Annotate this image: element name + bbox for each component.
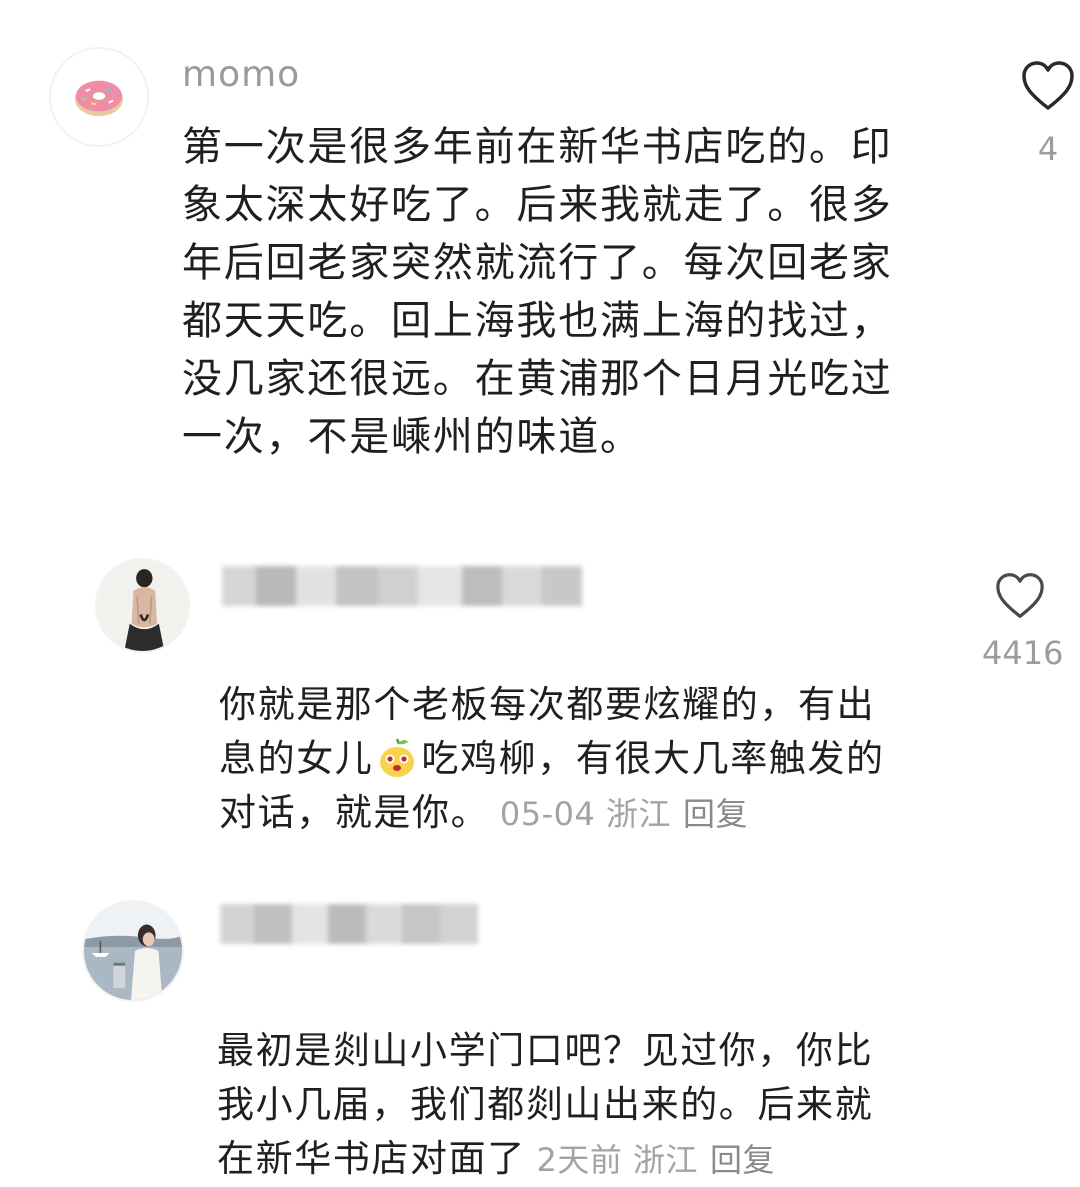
username[interactable]: momo bbox=[182, 54, 300, 95]
like-button[interactable]: 4416 bbox=[982, 572, 1064, 672]
pear-face-emoji-icon bbox=[375, 735, 419, 779]
like-count: 4416 bbox=[982, 634, 1064, 672]
comment-location: 浙江 bbox=[606, 795, 672, 833]
avatar[interactable] bbox=[49, 47, 149, 147]
comment-text: 你就是那个老板每次都要炫耀的，有出 息的女儿 吃鸡柳，有很大几率触发的 对话，就… bbox=[219, 624, 939, 841]
username-blurred[interactable] bbox=[222, 566, 582, 606]
username-blurred[interactable] bbox=[220, 904, 478, 944]
comment-item: 最初是剡山小学门口吧？见过你，你比 我小几届，我们都剡山出来的。后来就 在新华书… bbox=[0, 880, 1080, 1180]
heart-icon bbox=[1022, 61, 1074, 110]
like-count: 4 bbox=[1037, 130, 1059, 168]
avatar[interactable] bbox=[82, 900, 184, 1002]
comment-date: 2天前 bbox=[536, 1141, 623, 1179]
avatar[interactable] bbox=[95, 558, 190, 653]
like-button[interactable]: 4 bbox=[1010, 60, 1080, 168]
comment-meta: 2天前 浙江 bbox=[526, 1141, 698, 1179]
woman-lakeside-photo-icon bbox=[84, 902, 182, 1000]
comment-location: 浙江 bbox=[633, 1141, 699, 1179]
reply-button[interactable]: 回复 bbox=[710, 1141, 775, 1179]
donut-icon bbox=[51, 49, 147, 145]
comment-item: 你就是那个老板每次都要炫耀的，有出 息的女儿 吃鸡柳，有很大几率触发的 对话，就… bbox=[0, 540, 1080, 840]
comment-text: 最初是剡山小学门口吧？见过你，你比 我小几届，我们都剡山出来的。后来就 在新华书… bbox=[217, 970, 977, 1187]
heart-icon bbox=[996, 573, 1044, 618]
comment-meta: 05-04 浙江 bbox=[489, 795, 671, 833]
comment-item: momo 第一次是很多年前在新华书店吃的。印 象太深太好吃了。后来我就走了。很多… bbox=[0, 0, 1080, 480]
reply-button[interactable]: 回复 bbox=[683, 795, 748, 833]
comment-date: 05-04 bbox=[499, 795, 596, 833]
comment-text: 第一次是很多年前在新华书店吃的。印 象太深太好吃了。后来我就走了。很多 年后回老… bbox=[182, 124, 893, 460]
woman-back-photo-icon bbox=[97, 560, 188, 651]
